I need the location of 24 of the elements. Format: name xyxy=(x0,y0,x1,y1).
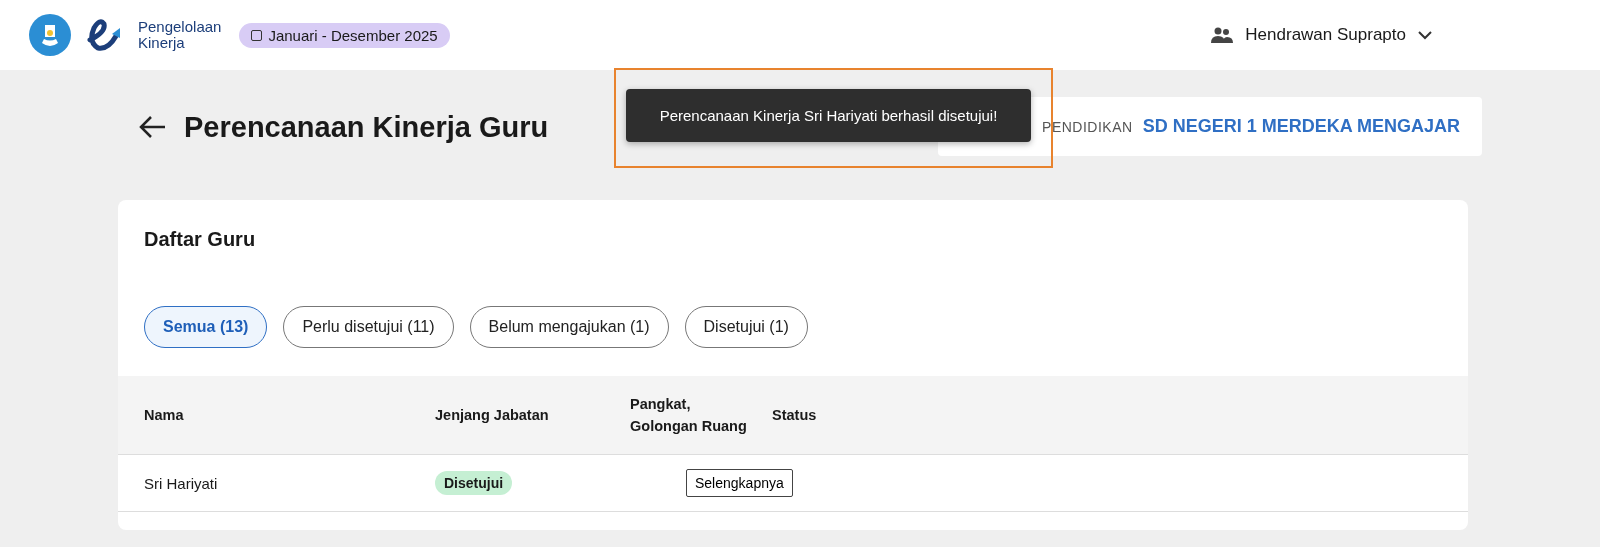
filter-chip[interactable]: Disetujui (1) xyxy=(684,306,808,348)
user-name: Hendrawan Suprapto xyxy=(1245,25,1406,45)
filter-chip[interactable]: Perlu disetujui (11) xyxy=(283,306,454,348)
teacher-name: Sri Hariyati xyxy=(144,474,219,492)
school-name: SD NEGERI 1 MERDEKA MENGAJAR xyxy=(1142,116,1460,137)
toast-message: Perencanaan Kinerja Sri Hariyati berhasil disetujui! xyxy=(626,89,1031,142)
filter-chip[interactable]: Belum mengajukan (1) xyxy=(469,306,669,348)
calendar-icon xyxy=(251,29,263,41)
details-button[interactable]: Selengkapnya xyxy=(686,469,793,497)
column-header: Status xyxy=(772,406,818,425)
period-badge[interactable]: Januari - Desember 2025 xyxy=(239,22,450,48)
back-button[interactable] xyxy=(138,115,166,139)
users-icon xyxy=(1211,27,1234,43)
column-header: Pangkat, Golongan Ruang xyxy=(630,395,748,436)
back-arrow-icon xyxy=(138,115,166,139)
status-badge: Disetujui xyxy=(435,471,513,495)
app-name: Pengelolaan Kinerja xyxy=(138,19,222,51)
column-header: Jenjang Jabatan xyxy=(435,406,550,425)
chevron-down-icon[interactable] xyxy=(1418,30,1432,40)
card-title: Daftar Guru xyxy=(143,227,257,252)
emblem-logo xyxy=(28,13,72,57)
column-header: Nama xyxy=(144,406,185,425)
filter-chip[interactable]: Semua (13) xyxy=(144,306,268,348)
page-title: Perencanaan Kinerja Guru xyxy=(184,111,549,144)
